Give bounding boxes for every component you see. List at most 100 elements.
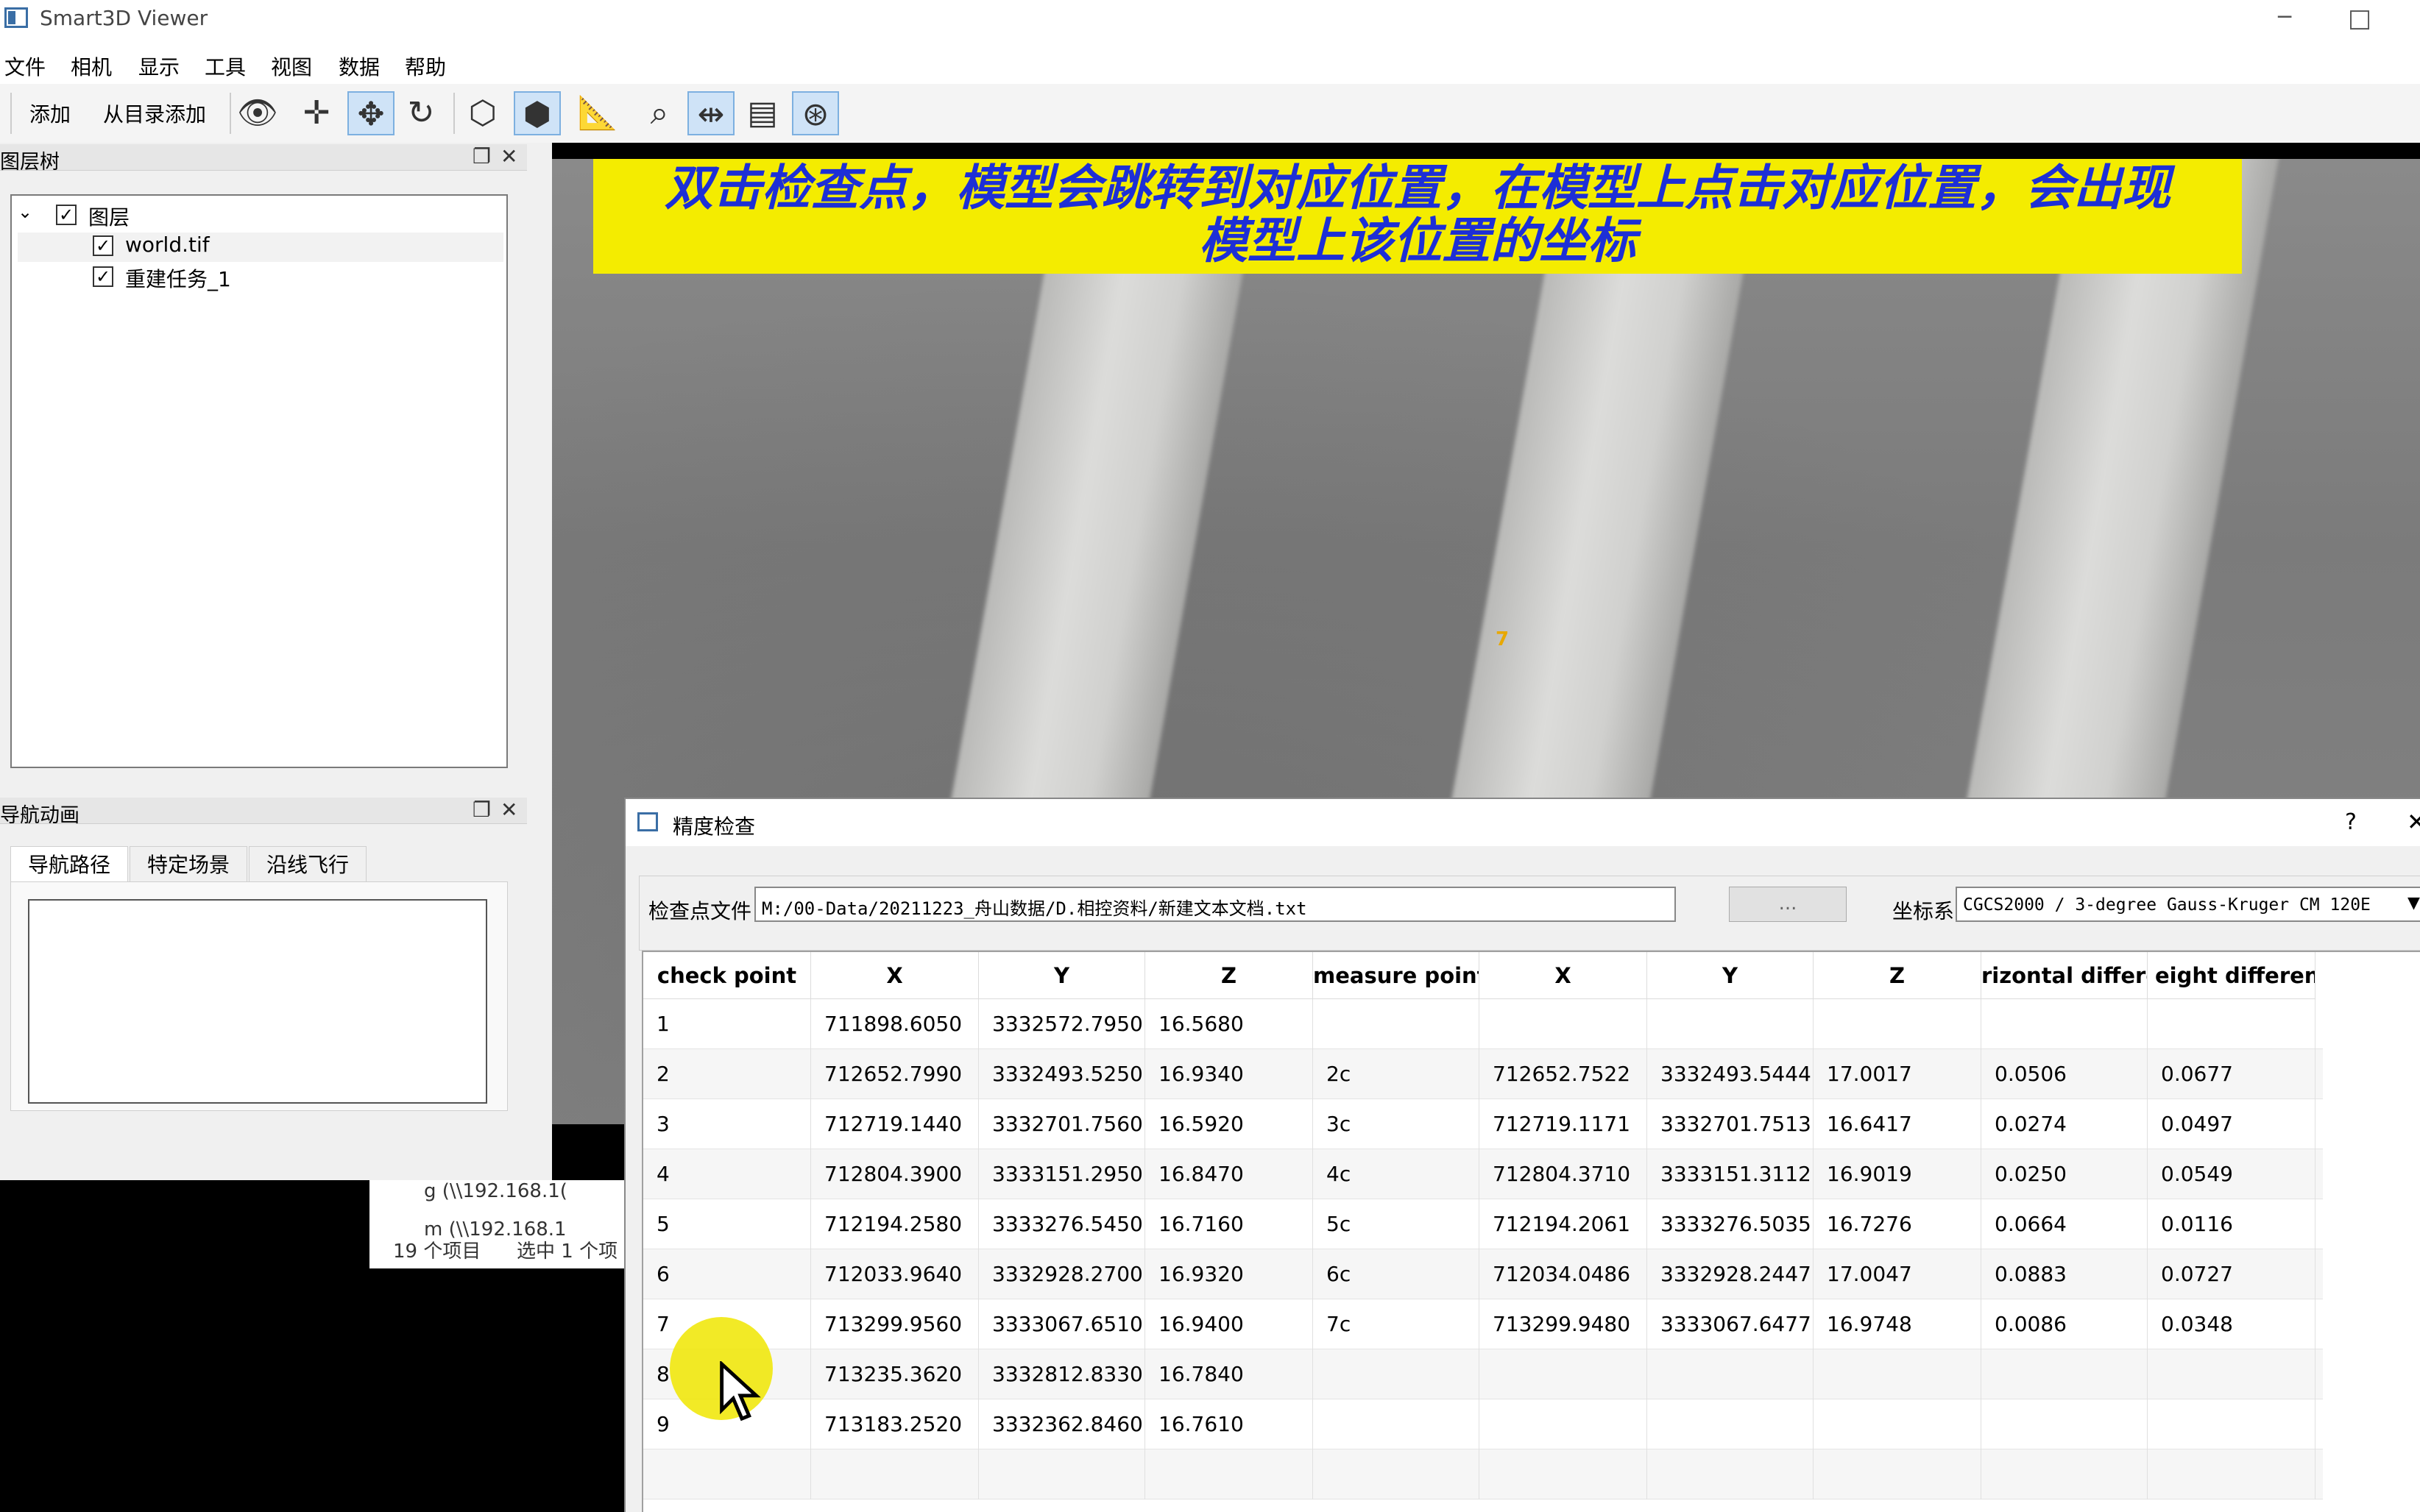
- table-cell[interactable]: 0.0250: [1981, 1149, 2148, 1199]
- table-cell[interactable]: 0.0348: [2148, 1299, 2315, 1349]
- table-cell[interactable]: 16.7610: [1145, 1399, 1313, 1449]
- layer-checkbox[interactable]: ✓: [93, 235, 113, 256]
- table-cell[interactable]: 3332493.5444: [1647, 1049, 1814, 1099]
- table-cell[interactable]: 3332493.5250: [979, 1049, 1145, 1099]
- table-cell[interactable]: [643, 1449, 811, 1499]
- cube-solid-icon[interactable]: ⬢: [514, 91, 561, 135]
- float-icon[interactable]: ❐: [473, 144, 491, 168]
- measure-icon[interactable]: 📐: [574, 91, 621, 135]
- table-cell[interactable]: 4: [643, 1149, 811, 1199]
- tab-specific-scene[interactable]: 特定场景: [130, 846, 247, 883]
- tree-item[interactable]: ✓ world.tif: [18, 233, 503, 262]
- table-cell[interactable]: 5c: [1313, 1199, 1479, 1249]
- move-icon[interactable]: ✛: [293, 91, 340, 135]
- column-header[interactable]: Y: [1647, 952, 1814, 999]
- table-cell[interactable]: 16.9748: [1814, 1299, 1981, 1349]
- table-row[interactable]: 7 713299.9560 3333067.6510 16.9400 7c 713299.…: [643, 1299, 2323, 1349]
- eye-icon[interactable]: 👁: [234, 91, 281, 135]
- cube-wire-icon[interactable]: ⬡: [459, 91, 506, 135]
- table-cell[interactable]: 3332572.7950: [979, 999, 1145, 1049]
- browse-button[interactable]: ...: [1729, 887, 1847, 922]
- chevron-down-icon[interactable]: ▼: [2407, 894, 2420, 912]
- table-cell[interactable]: 3332928.2700: [979, 1249, 1145, 1299]
- rotate-icon[interactable]: ↻: [397, 91, 445, 135]
- table-cell[interactable]: [1647, 1449, 1814, 1499]
- add-button[interactable]: 添加: [29, 99, 71, 128]
- table-cell[interactable]: [1814, 1449, 1981, 1499]
- table-cell[interactable]: 17.0017: [1814, 1049, 1981, 1099]
- table-cell[interactable]: 7c: [1313, 1299, 1479, 1349]
- table-row[interactable]: 8 713235.3620 3332812.8330 16.7840: [643, 1349, 2323, 1399]
- table-cell[interactable]: 0.0677: [2148, 1049, 2315, 1099]
- menu-camera[interactable]: 相机: [71, 52, 112, 81]
- table-cell[interactable]: 6: [643, 1249, 811, 1299]
- table-row[interactable]: 9 713183.2520 3332362.8460 16.7610: [643, 1399, 2323, 1449]
- nav-path-list[interactable]: [28, 899, 487, 1104]
- table-cell[interactable]: 0.0497: [2148, 1099, 2315, 1149]
- table-cell[interactable]: 713299.9480: [1479, 1299, 1647, 1349]
- table-cell[interactable]: 3332362.8460: [979, 1399, 1145, 1449]
- document-icon[interactable]: ▤: [739, 91, 786, 135]
- table-cell[interactable]: 3: [643, 1099, 811, 1149]
- table-cell[interactable]: [1479, 1349, 1647, 1399]
- table-cell[interactable]: 3333151.3112: [1647, 1149, 1814, 1199]
- navigation-icon[interactable]: ⊛: [792, 91, 839, 135]
- table-cell[interactable]: 2: [643, 1049, 811, 1099]
- column-header[interactable]: X: [811, 952, 979, 999]
- layer-root-checkbox[interactable]: ✓: [56, 205, 77, 225]
- menu-display[interactable]: 显示: [138, 52, 180, 81]
- table-cell[interactable]: 16.9320: [1145, 1249, 1313, 1299]
- layer-checkbox[interactable]: ✓: [93, 266, 113, 287]
- table-cell[interactable]: 16.5680: [1145, 999, 1313, 1049]
- orbit-icon[interactable]: ✥: [347, 91, 395, 135]
- add-from-directory-button[interactable]: 从目录添加: [103, 99, 206, 128]
- table-cell[interactable]: 712194.2580: [811, 1199, 979, 1249]
- table-row[interactable]: 5 712194.2580 3333276.5450 16.7160 5c 712194.…: [643, 1199, 2323, 1249]
- table-cell[interactable]: 16.7840: [1145, 1349, 1313, 1399]
- table-cell[interactable]: 0.0549: [2148, 1149, 2315, 1199]
- table-cell[interactable]: 0.0274: [1981, 1099, 2148, 1149]
- column-header[interactable]: X: [1479, 952, 1647, 999]
- table-cell[interactable]: [1647, 1349, 1814, 1399]
- float-icon[interactable]: ❐: [473, 798, 491, 822]
- tree-item[interactable]: ✓ 重建任务_1: [18, 263, 503, 293]
- table-cell[interactable]: [1313, 999, 1479, 1049]
- table-cell[interactable]: 16.9400: [1145, 1299, 1313, 1349]
- table-cell[interactable]: 3332701.7513: [1647, 1099, 1814, 1149]
- table-cell[interactable]: 3332928.2447: [1647, 1249, 1814, 1299]
- table-cell[interactable]: [1981, 1399, 2148, 1449]
- table-cell[interactable]: [1479, 1449, 1647, 1499]
- table-cell[interactable]: 17.0047: [1814, 1249, 1981, 1299]
- table-cell[interactable]: [2148, 1449, 2315, 1499]
- menu-data[interactable]: 数据: [339, 52, 380, 81]
- tab-fly-along-line[interactable]: 沿线飞行: [249, 846, 367, 883]
- check-file-input[interactable]: M:/00-Data/20211223_舟山数据/D.相控资料/新建文本文档.t…: [754, 887, 1676, 922]
- table-cell[interactable]: 16.6417: [1814, 1099, 1981, 1149]
- table-cell[interactable]: [2148, 999, 2315, 1049]
- table-cell[interactable]: [979, 1449, 1145, 1499]
- table-row[interactable]: 1 711898.6050 3332572.7950 16.5680: [643, 999, 2323, 1049]
- column-header[interactable]: check point: [643, 952, 811, 999]
- table-row[interactable]: 2 712652.7990 3332493.5250 16.9340 2c 712652.…: [643, 1049, 2323, 1099]
- table-cell[interactable]: 16.9340: [1145, 1049, 1313, 1099]
- table-cell[interactable]: [1647, 1399, 1814, 1449]
- table-cell[interactable]: 712652.7990: [811, 1049, 979, 1099]
- close-icon[interactable]: ✕: [2407, 808, 2420, 836]
- table-row[interactable]: [643, 1449, 2323, 1499]
- help-button[interactable]: ?: [2345, 809, 2357, 835]
- table-cell[interactable]: 712804.3710: [1479, 1149, 1647, 1199]
- zoom-select-icon[interactable]: ⌕: [636, 91, 683, 135]
- table-row[interactable]: 6 712033.9640 3332928.2700 16.9320 6c 712034.…: [643, 1249, 2323, 1299]
- table-cell[interactable]: 16.7160: [1145, 1199, 1313, 1249]
- table-row[interactable]: 4 712804.3900 3333151.2950 16.8470 4c 712804.…: [643, 1149, 2323, 1199]
- table-cell[interactable]: 0.0727: [2148, 1249, 2315, 1299]
- column-header[interactable]: Y: [979, 952, 1145, 999]
- menu-help[interactable]: 帮助: [405, 52, 446, 81]
- table-cell[interactable]: 712033.9640: [811, 1249, 979, 1299]
- column-header[interactable]: Z: [1814, 952, 1981, 999]
- crs-select[interactable]: CGCS2000 / 3-degree Gauss-Kruger CM 120E: [1956, 887, 2420, 922]
- table-cell[interactable]: [1814, 1349, 1981, 1399]
- table-cell[interactable]: 712804.3900: [811, 1149, 979, 1199]
- tree-root-row[interactable]: ⌄ ✓ 图层: [18, 202, 503, 231]
- table-cell[interactable]: 3332701.7560: [979, 1099, 1145, 1149]
